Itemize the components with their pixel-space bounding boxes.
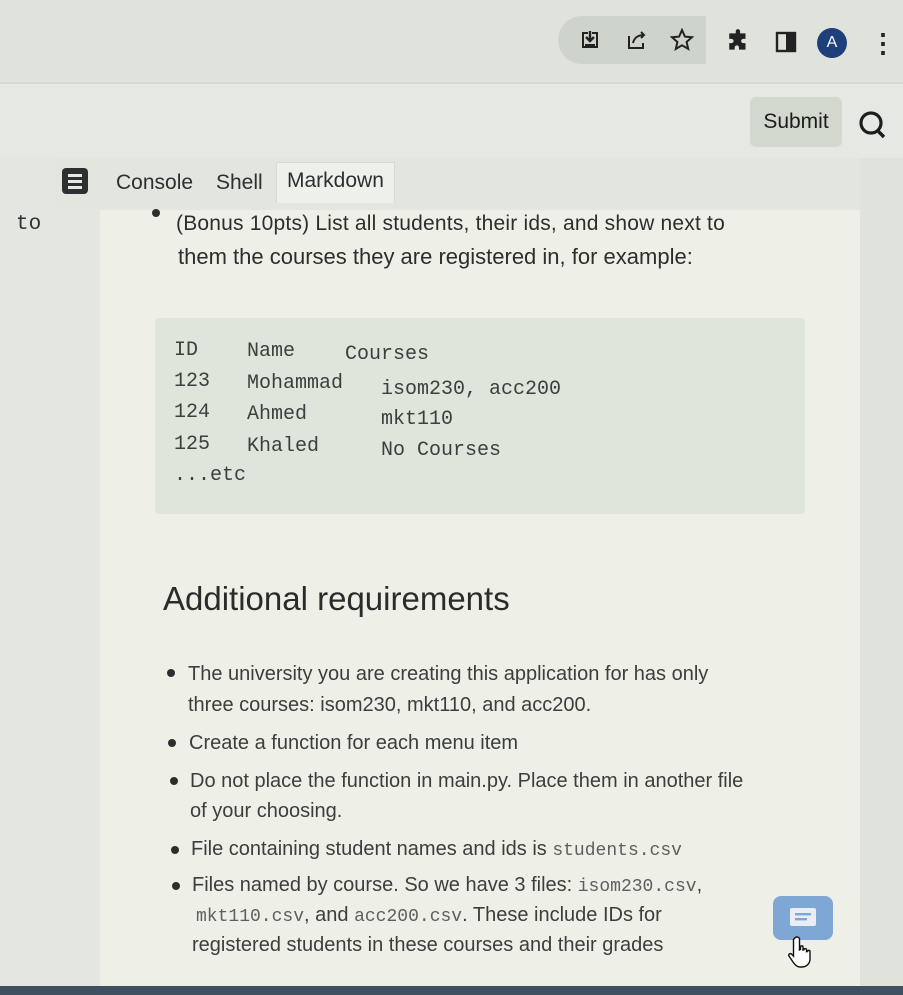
requirement-3-line1: Do not place the function in main.py. Pl… (190, 770, 744, 792)
isom230-csv-code: isom230.csv (577, 877, 697, 897)
code-header-courses: Courses (345, 343, 430, 366)
separator: , (696, 874, 703, 896)
code-cell: 124 (174, 401, 211, 424)
bonus-instruction-line1: (Bonus 10pts) List all students, their i… (176, 212, 725, 235)
browser-menu-icon[interactable]: ⋮ (870, 30, 896, 56)
submit-button[interactable]: Submit (750, 97, 842, 147)
students-csv-code: students.csv (552, 841, 682, 861)
extensions-icon[interactable] (724, 26, 754, 56)
share-icon[interactable] (623, 26, 651, 54)
star-icon[interactable] (668, 26, 696, 54)
code-header-id: ID (174, 339, 199, 362)
bullet-icon (172, 882, 180, 890)
acc200-csv-code: acc200.csv (354, 907, 463, 927)
hand-cursor-icon (788, 935, 816, 969)
code-cell: Khaled (247, 435, 320, 458)
left-editor-pane (0, 158, 100, 995)
bullet-icon (171, 846, 179, 854)
section-heading: Additional requirements (163, 580, 510, 617)
requirement-5-line3: registered students in these courses and… (192, 934, 664, 956)
requirement-2: Create a function for each menu item (189, 732, 519, 754)
requirement-1-line1: The university you are creating this app… (188, 663, 709, 685)
separator: , and (304, 904, 349, 926)
tab-console[interactable]: Console (116, 171, 193, 195)
code-cell: isom230, acc200 (381, 378, 562, 401)
document-icon (62, 168, 88, 194)
requirement-4-text: File containing student names and ids is (191, 838, 547, 860)
tab-shell[interactable]: Shell (216, 171, 263, 195)
bonus-instruction-line2: them the courses they are registered in,… (178, 244, 693, 269)
requirement-3-line2: of your choosing. (190, 800, 343, 822)
tab-markdown[interactable]: Markdown (276, 162, 395, 203)
code-header-name: Name (247, 340, 296, 363)
code-cell: Ahmed (247, 403, 308, 426)
chat-button[interactable] (773, 896, 833, 940)
left-pane-text: to (16, 213, 42, 236)
requirement-5-line2: mkt110.csv, and acc200.csv. These includ… (196, 904, 662, 927)
bullet-icon (167, 669, 175, 677)
code-cell: 125 (174, 433, 211, 456)
requirement-5-tail: . These include IDs for (462, 904, 662, 926)
taskbar-edge (0, 986, 903, 995)
code-cell: No Courses (381, 439, 502, 462)
code-etc: ...etc (174, 464, 247, 487)
requirement-5-line1: Files named by course. So we have 3 file… (192, 874, 702, 897)
profile-avatar[interactable]: A (817, 28, 847, 58)
right-edge-panel (860, 158, 903, 995)
code-cell: mkt110 (381, 408, 454, 431)
code-cell: 123 (174, 370, 211, 393)
bullet-icon (170, 777, 178, 785)
bullet-icon (168, 739, 176, 747)
requirement-1-line2: three courses: isom230, mkt110, and acc2… (188, 694, 592, 716)
requirement-4: File containing student names and ids is… (191, 838, 682, 861)
search-icon[interactable] (855, 106, 891, 142)
mkt110-csv-code: mkt110.csv (196, 907, 305, 927)
browser-toolbar (0, 0, 903, 82)
code-cell: Mohammad (247, 372, 344, 395)
bullet-icon (152, 209, 160, 217)
download-icon[interactable] (576, 26, 604, 54)
sidepanel-icon[interactable] (772, 28, 800, 56)
requirement-5-text: Files named by course. So we have 3 file… (192, 874, 573, 896)
